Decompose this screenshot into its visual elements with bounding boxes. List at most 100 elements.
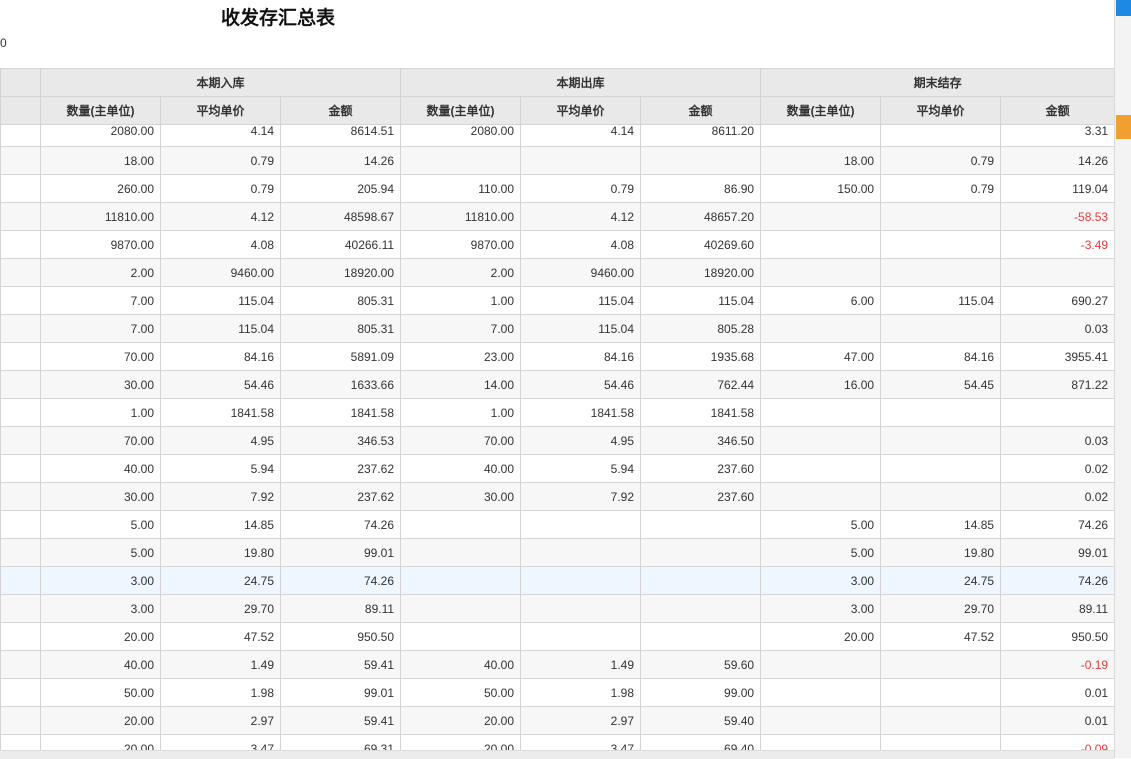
table-cell[interactable] (880, 124, 1002, 147)
table-cell[interactable] (880, 706, 1002, 735)
table-cell[interactable]: 74.26 (1000, 510, 1114, 539)
table-cell[interactable] (760, 124, 882, 147)
table-row[interactable]: 18.00 0.79 14.26 18.00 0.79 14.26 (0, 146, 1114, 175)
table-cell[interactable]: 2.00 (40, 258, 161, 287)
table-cell[interactable]: 54.45 (880, 370, 1002, 399)
table-cell[interactable]: 4.12 (520, 202, 642, 231)
table-cell[interactable]: 1.00 (400, 286, 522, 315)
group-header-ending-balance[interactable]: 期末结存 (760, 68, 1114, 97)
table-cell[interactable]: 20.00 (40, 622, 161, 651)
table-cell[interactable]: 0.79 (160, 146, 281, 175)
column-header-avg-price[interactable]: 平均单价 (160, 96, 281, 125)
table-cell[interactable]: 3.47 (520, 734, 642, 750)
table-cell[interactable]: 1.00 (40, 398, 161, 427)
table-cell[interactable]: 2.97 (520, 706, 642, 735)
table-cell[interactable] (400, 566, 522, 595)
table-cell[interactable]: 1841.58 (520, 398, 642, 427)
table-cell[interactable]: 0.02 (1000, 482, 1114, 511)
column-header-amount[interactable]: 金额 (279, 96, 402, 125)
table-cell[interactable]: 2.97 (160, 706, 281, 735)
table-cell[interactable]: 805.31 (279, 286, 402, 315)
table-cell[interactable] (760, 454, 882, 483)
table-cell[interactable]: 4.08 (520, 230, 642, 259)
table-cell[interactable] (640, 594, 762, 623)
table-cell[interactable]: 50.00 (40, 678, 161, 707)
table-cell[interactable] (880, 678, 1002, 707)
table-cell[interactable]: 237.62 (279, 454, 402, 483)
table-cell[interactable]: 1.49 (160, 650, 281, 679)
table-cell[interactable]: 86.90 (640, 174, 762, 203)
table-cell[interactable]: 19.80 (880, 538, 1002, 567)
table-cell[interactable] (760, 482, 882, 511)
table-cell[interactable] (520, 146, 642, 175)
table-cell[interactable] (880, 650, 1002, 679)
table-cell[interactable]: 3.00 (760, 566, 882, 595)
table-cell[interactable]: 9460.00 (520, 258, 642, 287)
table-cell[interactable]: 0.01 (1000, 706, 1114, 735)
table-row[interactable]: 20.00 2.97 59.41 20.00 2.97 59.40 0.01 (0, 706, 1114, 735)
table-row[interactable]: 70.00 84.16 5891.09 23.00 84.16 1935.68 47.00 8… (0, 342, 1114, 371)
table-cell[interactable] (1000, 258, 1114, 287)
table-cell[interactable]: 20.00 (40, 734, 161, 750)
group-header-inbound[interactable]: 本期入库 (39, 68, 402, 97)
table-cell[interactable]: 4.08 (160, 230, 281, 259)
table-cell[interactable] (880, 258, 1002, 287)
table-cell[interactable]: 4.95 (160, 426, 281, 455)
table-cell[interactable]: 14.85 (880, 510, 1002, 539)
table-row[interactable]: 9870.00 4.08 40266.11 9870.00 4.08 40269.60 -3… (0, 230, 1114, 259)
table-cell[interactable] (640, 510, 762, 539)
table-cell[interactable]: 346.50 (640, 426, 762, 455)
table-cell[interactable] (880, 202, 1002, 231)
table-cell[interactable]: 115.04 (520, 314, 642, 343)
table-cell[interactable] (760, 258, 882, 287)
table-cell[interactable]: 5.00 (40, 538, 161, 567)
table-cell[interactable] (520, 622, 642, 651)
table-cell[interactable]: 84.16 (880, 342, 1002, 371)
table-row[interactable]: 50.00 1.98 99.01 50.00 1.98 99.00 0.01 (0, 678, 1114, 707)
table-cell[interactable] (640, 622, 762, 651)
table-row[interactable]: 7.00 115.04 805.31 7.00 115.04 805.28 0.03 (0, 314, 1114, 343)
table-cell[interactable]: 14.00 (400, 370, 522, 399)
table-cell[interactable]: 5.00 (760, 510, 882, 539)
table-cell[interactable]: 0.79 (880, 146, 1002, 175)
table-cell[interactable]: 3.00 (40, 594, 161, 623)
table-cell[interactable] (760, 734, 882, 750)
table-cell[interactable]: 0.03 (1000, 426, 1114, 455)
table-cell[interactable]: 20.00 (400, 706, 522, 735)
table-cell[interactable] (880, 454, 1002, 483)
table-cell[interactable]: 1841.58 (640, 398, 762, 427)
table-cell[interactable]: 805.31 (279, 314, 402, 343)
summary-table-container[interactable]: 本期入库 本期出库 期末结存 数量(主单位) 平均单价 金额 数量(主单位) 平… (0, 68, 1114, 750)
table-cell[interactable] (880, 426, 1002, 455)
table-cell[interactable]: 30.00 (40, 482, 161, 511)
column-header-quantity[interactable]: 数量(主单位) (40, 96, 161, 125)
table-cell[interactable]: 40269.60 (640, 230, 762, 259)
table-row[interactable]: 5.00 19.80 99.01 5.00 19.80 99.01 (0, 538, 1114, 567)
table-cell[interactable]: 50.00 (400, 678, 522, 707)
table-cell[interactable]: 29.70 (880, 594, 1002, 623)
table-row[interactable]: 3.00 29.70 89.11 3.00 29.70 89.11 (0, 594, 1114, 623)
group-header-outbound[interactable]: 本期出库 (400, 68, 762, 97)
table-cell[interactable] (880, 230, 1002, 259)
table-cell[interactable] (880, 734, 1002, 750)
table-cell[interactable]: 2080.00 (400, 124, 522, 147)
table-cell[interactable]: 1.49 (520, 650, 642, 679)
table-cell[interactable]: 1633.66 (279, 370, 402, 399)
table-cell[interactable]: 0.03 (1000, 314, 1114, 343)
table-row[interactable]: 20.00 47.52 950.50 20.00 47.52 950.50 (0, 622, 1114, 651)
table-cell[interactable]: 0.79 (880, 174, 1002, 203)
table-cell[interactable]: 99.01 (1000, 538, 1114, 567)
table-cell[interactable]: 20.00 (400, 734, 522, 750)
table-cell[interactable] (520, 538, 642, 567)
table-cell[interactable]: 4.14 (520, 124, 642, 147)
table-cell[interactable]: 762.44 (640, 370, 762, 399)
column-header-amount[interactable]: 金额 (1000, 96, 1114, 125)
table-cell[interactable]: 59.41 (279, 706, 402, 735)
table-cell[interactable]: 260.00 (40, 174, 161, 203)
table-cell[interactable]: 89.11 (279, 594, 402, 623)
table-cell[interactable]: 805.28 (640, 314, 762, 343)
table-cell[interactable] (400, 538, 522, 567)
table-cell[interactable]: 74.26 (279, 566, 402, 595)
table-cell[interactable]: 70.00 (40, 342, 161, 371)
table-row[interactable]: 2080.00 4.14 8614.51 2080.00 4.14 8611.20 3.31 (0, 124, 1114, 147)
